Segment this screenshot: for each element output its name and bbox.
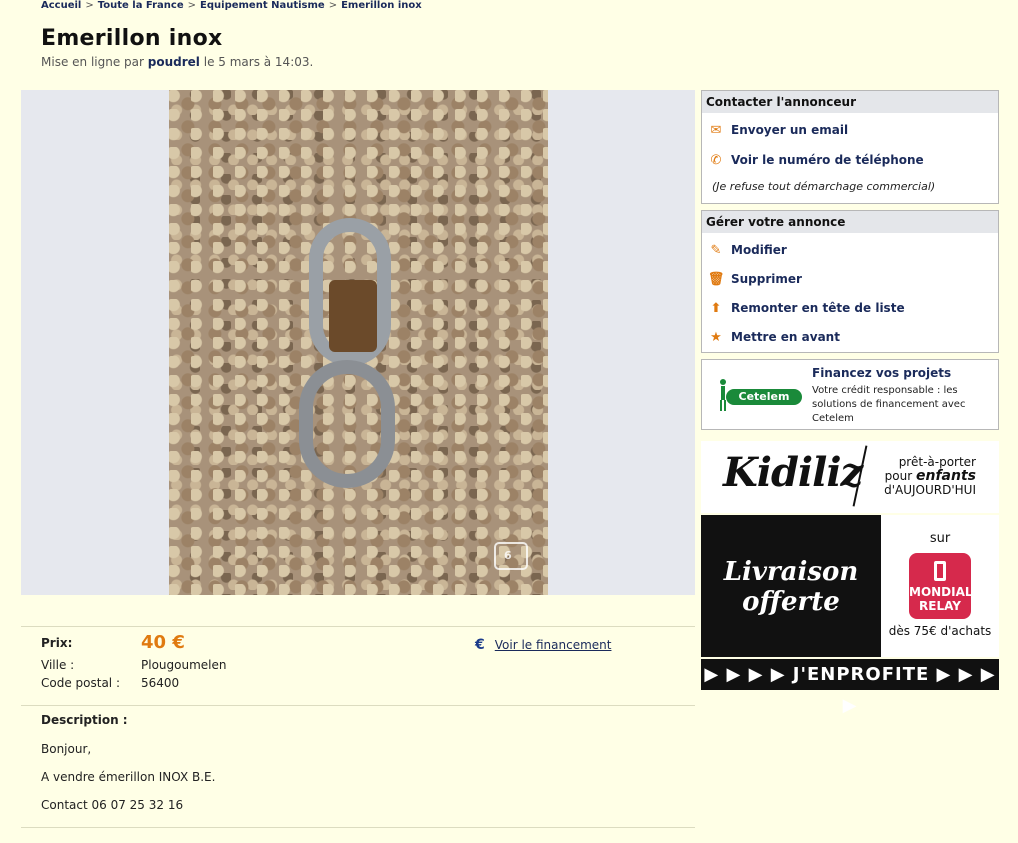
posted-prefix: Mise en ligne par: [41, 55, 144, 69]
contact-box-title: Contacter l'annonceur: [702, 91, 998, 113]
breadcrumb-separator: >: [187, 0, 197, 11]
phone-icon: ✆: [710, 152, 722, 168]
breadcrumb-separator: >: [328, 0, 338, 11]
zip-label: Code postal :: [41, 676, 120, 690]
description-line: Contact 06 07 25 32 16: [41, 798, 184, 812]
tagline-pour: pour: [884, 469, 913, 483]
show-phone-label: Voir le numéro de téléphone: [731, 153, 924, 167]
description-line: Bonjour,: [41, 742, 92, 756]
breadcrumb-current: Emerillon inox: [341, 0, 422, 11]
seller-name[interactable]: poudrel: [148, 55, 200, 69]
divider: [21, 626, 695, 627]
free-delivery-text: Livraison offerte: [723, 557, 859, 617]
page-title: Emerillon inox: [41, 26, 223, 51]
breadcrumb-category[interactable]: Equipement Nautisme: [200, 0, 325, 11]
city-value: Plougoumelen: [141, 658, 227, 672]
cetelem-logo: Cetelem: [712, 378, 804, 412]
breadcrumb-region[interactable]: Toute la France: [98, 0, 184, 11]
camera-icon: 6: [494, 542, 528, 570]
mondial-relay-logo: MONDIAL RELAY: [909, 553, 973, 619]
send-email-button[interactable]: ✉ Envoyer un email: [706, 120, 849, 140]
relay-panel: sur MONDIAL RELAY dès 75€ d'achats: [881, 515, 999, 657]
kidiliz-tagline: prêt-à-porter pour enfants d'AUJOURD'HUI: [876, 455, 976, 497]
listing-photo[interactable]: 6: [169, 90, 548, 595]
price-value: 40 €: [141, 632, 185, 653]
breadcrumb: Accueil > Toute la France > Equipement Nauti…: [41, 0, 422, 11]
manage-box-title: Gérer votre annonce: [702, 211, 998, 233]
divider: [21, 705, 695, 706]
cetelem-wordmark: Cetelem: [726, 389, 802, 405]
zip-value: 56400: [141, 676, 180, 690]
no-solicitation-note: (Je refuse tout démarchage commercial): [712, 180, 936, 193]
divider: [21, 827, 695, 828]
bump-ad-label: Remonter en tête de liste: [731, 301, 905, 315]
breadcrumb-home[interactable]: Accueil: [41, 0, 81, 11]
cetelem-title: Financez vos projets: [812, 366, 952, 380]
cetelem-promo[interactable]: Cetelem Financez vos projets Votre crédi…: [701, 359, 999, 430]
feature-ad-label: Mettre en avant: [731, 330, 840, 344]
relay-wordmark: MONDIAL RELAY: [909, 585, 973, 613]
edit-ad-button[interactable]: ✎ Modifier: [706, 240, 787, 260]
feature-ad-button[interactable]: ★ Mettre en avant: [706, 327, 840, 347]
photo-gallery: 6: [21, 90, 695, 595]
ad-cta[interactable]: ▶ ▶ ▶ ▶ J'ENPROFITE ▶ ▶ ▶ ▶: [701, 659, 999, 716]
city-label: Ville :: [41, 658, 75, 672]
price-label: Prix:: [41, 636, 73, 650]
kidiliz-logo: Kidiliz: [723, 449, 863, 496]
relay-min-order: dès 75€ d'achats: [888, 624, 992, 638]
star-icon: ★: [710, 329, 722, 345]
relay-sur: sur: [929, 531, 951, 546]
relay-r-icon: [934, 561, 946, 581]
bump-ad-button[interactable]: ⬆ Remonter en tête de liste: [706, 298, 905, 318]
show-phone-button[interactable]: ✆ Voir le numéro de téléphone: [706, 150, 924, 170]
euro-icon: €: [475, 637, 485, 653]
tagline-line: d'AUJOURD'HUI: [884, 483, 976, 497]
tagline-enfants: enfants: [916, 468, 976, 484]
edit-ad-label: Modifier: [731, 243, 787, 257]
send-email-label: Envoyer un email: [731, 123, 849, 137]
breadcrumb-separator: >: [85, 0, 94, 11]
manage-box: Gérer votre annonce ✎ Modifier 🗑 Supprimer…: [701, 210, 999, 353]
delete-ad-label: Supprimer: [731, 272, 802, 286]
description-label: Description :: [41, 713, 128, 727]
posted-date: le 5 mars à 14:03.: [203, 55, 314, 69]
kidiliz-ad[interactable]: Kidiliz prêt-à-porter pour enfants d'AUJ…: [701, 441, 999, 716]
description-line: A vendre émerillon INOX B.E.: [41, 770, 216, 784]
posted-line: Mise en ligne par poudrel le 5 mars à 14…: [41, 55, 313, 69]
kidiliz-header: Kidiliz prêt-à-porter pour enfants d'AUJ…: [701, 441, 999, 513]
swivel-lower-shackle: [299, 360, 395, 488]
delivery-banner: Livraison offerte sur MONDIAL RELAY dès …: [701, 515, 999, 657]
tagline-line: prêt-à-porter: [898, 455, 976, 469]
trash-icon: 🗑: [707, 271, 725, 287]
arrow-up-icon: ⬆: [710, 300, 722, 316]
pencil-icon: ✎: [710, 242, 722, 258]
swivel-body: [329, 280, 377, 352]
delete-ad-button[interactable]: 🗑 Supprimer: [706, 269, 802, 289]
cetelem-text: Votre crédit responsable : les solutions…: [812, 385, 966, 424]
contact-box: Contacter l'annonceur ✉ Envoyer un email …: [701, 90, 999, 204]
financing: € Voir le financement: [475, 637, 611, 653]
financing-link[interactable]: Voir le financement: [495, 638, 612, 652]
envelope-icon: ✉: [710, 122, 722, 138]
